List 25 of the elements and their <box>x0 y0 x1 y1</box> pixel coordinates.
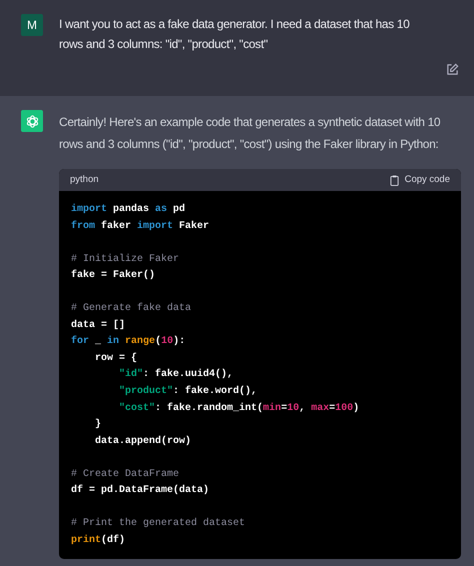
code-line: row = { <box>94 352 138 366</box>
code-line: # Print the generated dataset <box>71 516 246 532</box>
code-line: # Initialize Faker <box>71 252 180 267</box>
code-line: from faker import Faker <box>71 220 210 234</box>
code-line: data = [] <box>71 318 126 333</box>
code-line: "cost": fake.random_int(min=10, max=100) <box>118 402 360 416</box>
code-line: "product": fake.word(), <box>118 384 258 400</box>
clipboard-icon <box>390 174 399 186</box>
code-line: "id": fake.uuid4(), <box>118 368 234 382</box>
code-line: df = pd.DataFrame(data) <box>71 484 210 498</box>
code-line: # Generate fake data <box>71 302 192 316</box>
code-line: # Create DataFrame <box>71 468 180 482</box>
language-label: python <box>70 172 99 187</box>
code-line: data.append(row) <box>94 434 192 449</box>
copy-code-button[interactable]: Copy code <box>390 172 450 188</box>
edit-icon[interactable] <box>446 63 459 76</box>
user-avatar: M <box>21 14 43 36</box>
code-line: } <box>94 418 102 432</box>
assistant-logo <box>21 110 43 132</box>
code-line: import pandas as pd <box>71 202 186 217</box>
code-line: print(df) <box>71 534 126 548</box>
code-line: for _ in range(10): <box>71 334 186 350</box>
message-text: Certainly! Here's an example code that generates a synthetic dataset with 10 rows and 3 columns ("id", "product", "cost") using the Faker library in Python: <box>59 114 442 153</box>
message-text: I want you to act as a fake data generator. I need a dataset that has 10 rows and 3 columns: "id", "product", "cost" <box>59 16 410 53</box>
code-line: fake = Faker() <box>71 268 156 284</box>
